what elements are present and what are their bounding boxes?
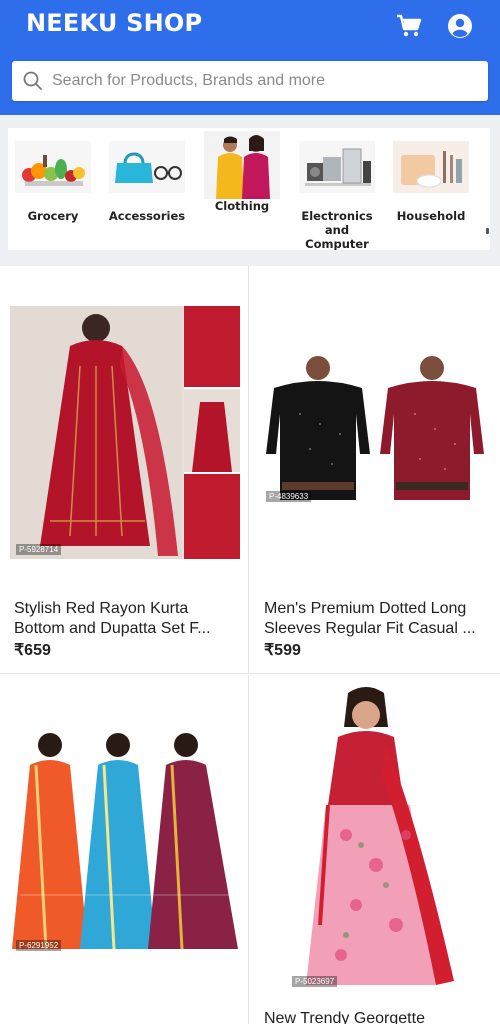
search-bar[interactable] [12, 61, 488, 101]
product-image[interactable]: P-6291952 [10, 725, 240, 955]
accessories-image [109, 141, 185, 193]
grocery-image [15, 141, 91, 193]
electronics-image [299, 141, 375, 193]
product-price: ₹599 [264, 642, 301, 659]
product-image[interactable]: P-5023697 [286, 685, 466, 991]
product-price: ₹659 [14, 642, 51, 659]
category-label: Electronics and Computer Accessories [301, 209, 373, 250]
product-code-watermark: P-5023697 [292, 976, 338, 987]
category-grocery[interactable]: Grocery [8, 128, 98, 223]
category-label: Clothing [214, 199, 270, 213]
search-input[interactable] [52, 72, 472, 90]
account-icon[interactable] [445, 11, 475, 41]
category-label: Accessories [108, 209, 186, 223]
product-code-watermark: P-6291952 [16, 940, 62, 951]
product-grid: P-5928714 Stylish Red Rayon Kurta Bottom… [0, 266, 500, 1024]
product-title[interactable]: New Trendy Georgette [264, 1009, 489, 1024]
product-image[interactable]: P-5928714 [10, 306, 240, 559]
category-clothing[interactable]: Clothing [197, 128, 287, 213]
category-label: Household [396, 209, 466, 223]
product-image[interactable]: P-4839633 [260, 354, 490, 506]
product-code-watermark: P-4839633 [266, 491, 312, 502]
product-card[interactable]: P-5928714 Stylish Red Rayon Kurta Bottom… [0, 266, 249, 674]
clothing-image [204, 131, 280, 199]
category-electronics[interactable]: Electronics and Computer Accessories [292, 128, 382, 250]
product-card[interactable]: P-5023697 New Trendy Georgette [250, 675, 500, 1024]
cart-icon[interactable] [394, 11, 424, 41]
product-card[interactable]: P-6291952 [0, 675, 249, 1024]
app-header: NEEKU SHOP [0, 0, 500, 115]
category-bar: Grocery Accessories Clothing Electronics… [8, 128, 490, 250]
scroll-indicator [486, 228, 489, 234]
app-title[interactable]: NEEKU SHOP [26, 9, 202, 37]
category-household[interactable]: Household [386, 128, 476, 223]
product-title[interactable]: Men's Premium Dotted Long Sleeves Regula… [264, 599, 489, 639]
product-title[interactable]: Stylish Red Rayon Kurta Bottom and Dupat… [14, 599, 239, 639]
category-label: Grocery [27, 209, 79, 223]
household-image [393, 141, 469, 193]
product-card[interactable]: P-4839633 Men's Premium Dotted Long Slee… [250, 266, 500, 674]
search-icon [23, 71, 42, 90]
product-code-watermark: P-5928714 [16, 544, 62, 555]
category-accessories[interactable]: Accessories [102, 128, 192, 223]
